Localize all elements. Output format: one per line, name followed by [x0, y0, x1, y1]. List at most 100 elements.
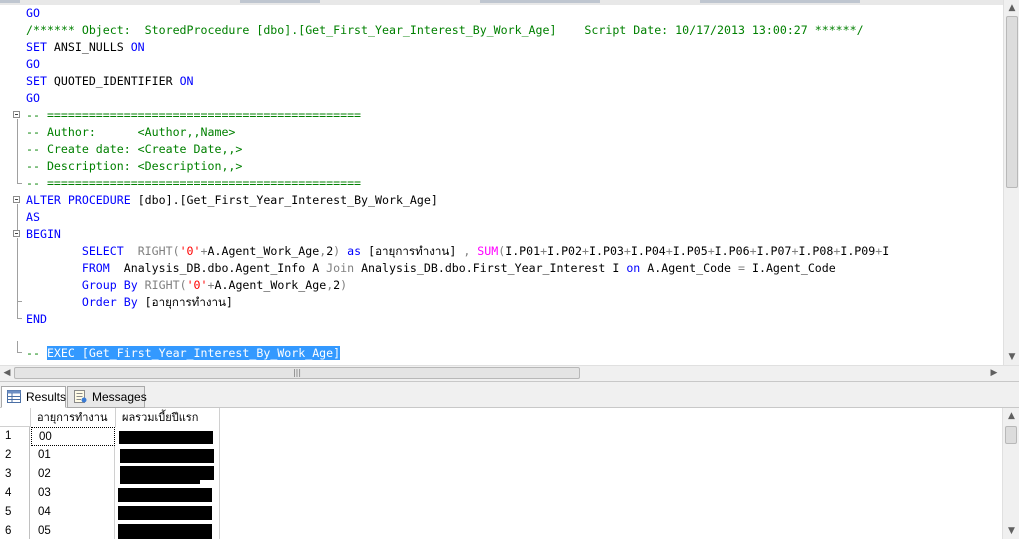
code-line[interactable]: SET QUOTED_IDENTIFIER ON [26, 73, 889, 90]
collapse-begin-block-icon[interactable] [13, 230, 20, 237]
collapse-comment-block-icon[interactable] [13, 111, 20, 118]
table-row[interactable]: 6 05 [0, 522, 220, 539]
code-line[interactable]: FROM Analysis_DB.dbo.Agent_Info A Join A… [26, 260, 889, 277]
table-row[interactable]: 1 00 [0, 427, 220, 446]
code-line[interactable]: Group By RIGHT('0'+A.Agent_Work_Age,2) [26, 277, 889, 294]
code-token: Analysis_DB.dbo.Agent_Info A [123, 261, 327, 275]
code-line[interactable]: ALTER PROCEDURE [dbo].[Get_First_Year_In… [26, 192, 889, 209]
cell-work-age[interactable]: 03 [31, 484, 115, 503]
code-line[interactable]: SET ANSI_NULLS ON [26, 39, 889, 56]
cell-work-age[interactable]: 02 [31, 465, 115, 484]
code-line[interactable]: GO [26, 5, 889, 22]
row-number[interactable]: 2 [0, 446, 30, 465]
grid-scroll-up-arrow-icon[interactable]: ▲ [1003, 408, 1019, 424]
outline-gutter [0, 5, 22, 365]
code-line[interactable]: GO [26, 56, 889, 73]
redaction-block [118, 506, 212, 520]
tab-results[interactable]: Results [1, 386, 66, 408]
redaction-block [119, 431, 213, 444]
code-line[interactable]: -- =====================================… [26, 175, 889, 192]
code-token: I.P01 [505, 244, 541, 258]
redaction-block [120, 466, 214, 480]
code-token: ) [333, 244, 348, 258]
table-row[interactable]: 4 03 [0, 484, 220, 503]
code-line[interactable]: -- Create date: <Create Date,,> [26, 141, 889, 158]
code-token: [อายุการทำงาน] [144, 295, 233, 309]
row-number[interactable]: 1 [0, 427, 30, 446]
grid-scroll-down-arrow-icon[interactable]: ▼ [1003, 523, 1019, 539]
row-number[interactable]: 3 [0, 465, 30, 484]
code-token: A.Agent_Code [647, 261, 739, 275]
code-line[interactable]: Order By [อายุการทำงาน] [26, 294, 889, 311]
code-token: '0' [186, 278, 208, 292]
cell-first-year-premium[interactable] [116, 484, 220, 503]
code-line[interactable]: END [26, 311, 889, 328]
cell-first-year-premium[interactable] [116, 446, 220, 465]
code-token: ( [179, 278, 187, 292]
row-number[interactable]: 6 [0, 522, 30, 539]
cell-first-year-premium[interactable] [116, 522, 220, 539]
table-row[interactable]: 5 04 [0, 503, 220, 522]
code-token: + [207, 278, 215, 292]
code-token: + [582, 244, 589, 258]
scroll-down-arrow-icon[interactable]: ▼ [1004, 349, 1019, 365]
code-token: [dbo].[Get_First_Year_Interest_By_Work_A… [137, 193, 438, 207]
code-line[interactable]: /****** Object: StoredProcedure [dbo].[G… [26, 22, 889, 39]
column-header-work-age[interactable]: อายุการทำงาน [31, 408, 116, 427]
row-number[interactable]: 5 [0, 503, 30, 522]
tab-results-label: Results [26, 390, 67, 404]
editor-vertical-scroll-thumb[interactable] [1006, 16, 1018, 188]
table-row[interactable]: 3 02 [0, 465, 220, 484]
cell-first-year-premium[interactable] [116, 465, 220, 484]
results-grid[interactable]: อายุการทำงาน ผลรวมเบี้ยปีแรก 1 00 2 01 3 02 4 0… [0, 408, 1019, 539]
table-row[interactable]: 2 01 [0, 446, 220, 465]
grid-vertical-scroll-thumb[interactable] [1005, 426, 1017, 444]
redaction-block [118, 524, 212, 539]
code-token: I.P02 [547, 244, 583, 258]
cell-work-age[interactable]: 00 [31, 427, 115, 446]
cell-work-age[interactable]: 04 [31, 503, 115, 522]
code-line[interactable] [26, 328, 889, 345]
collapse-procedure-icon[interactable] [13, 196, 20, 203]
code-line[interactable]: BEGIN [26, 226, 889, 243]
cell-work-age[interactable]: 05 [31, 522, 115, 539]
code-line[interactable]: GO [26, 90, 889, 107]
code-token: '0' [179, 244, 201, 258]
code-token: + [200, 244, 208, 258]
row-number[interactable]: 4 [0, 484, 30, 503]
code-token: SET [26, 74, 54, 88]
tab-messages[interactable]: Messages [67, 386, 147, 408]
column-header-first-year-premium[interactable]: ผลรวมเบี้ยปีแรก [116, 408, 220, 427]
scroll-left-arrow-icon[interactable]: ◀ [0, 366, 14, 381]
code-token: FROM [26, 261, 124, 275]
code-token: RIGHT [137, 244, 173, 258]
editor-horizontal-scroll-thumb[interactable]: ||| [14, 367, 580, 379]
code-token: I.P03 [589, 244, 624, 258]
editor-vertical-scrollbar[interactable]: ▲ ▼ [1003, 0, 1019, 365]
cell-first-year-premium[interactable] [116, 503, 220, 522]
code-line[interactable]: SELECT RIGHT('0'+A.Agent_Work_Age,2) as … [26, 243, 889, 260]
code-token: ( [172, 244, 180, 258]
code-token: + [623, 244, 631, 258]
code-line[interactable]: -- EXEC [Get_First_Year_Interest_By_Work… [26, 345, 889, 362]
query-editor[interactable]: GO /****** Object: StoredProcedure [dbo].… [0, 5, 1003, 365]
code-token: Join [326, 261, 362, 275]
grid-vertical-scrollbar[interactable]: ▲ ▼ [1002, 408, 1019, 539]
cell-first-year-premium[interactable] [116, 427, 220, 446]
cell-work-age[interactable]: 01 [31, 446, 115, 465]
sql-code[interactable]: GO /****** Object: StoredProcedure [dbo].… [26, 5, 889, 362]
code-token: I.P04 [630, 244, 666, 258]
code-line[interactable]: -- Author: <Author,,Name> [26, 124, 889, 141]
code-token: on [626, 261, 648, 275]
scroll-up-arrow-icon[interactable]: ▲ [1004, 0, 1019, 16]
scroll-right-arrow-icon[interactable]: ▶ [987, 366, 1001, 381]
code-token: I.P08 [798, 244, 834, 258]
editor-horizontal-scrollbar[interactable]: ◀ ||| ▶ [0, 365, 1019, 381]
code-line[interactable]: -- =====================================… [26, 107, 889, 124]
redaction-block [120, 449, 214, 463]
code-token: Order By [26, 295, 145, 309]
grid-corner-header[interactable] [0, 408, 31, 427]
code-token: SUM [477, 244, 499, 258]
code-line[interactable]: -- Description: <Description,,> [26, 158, 889, 175]
code-line[interactable]: AS [26, 209, 889, 226]
